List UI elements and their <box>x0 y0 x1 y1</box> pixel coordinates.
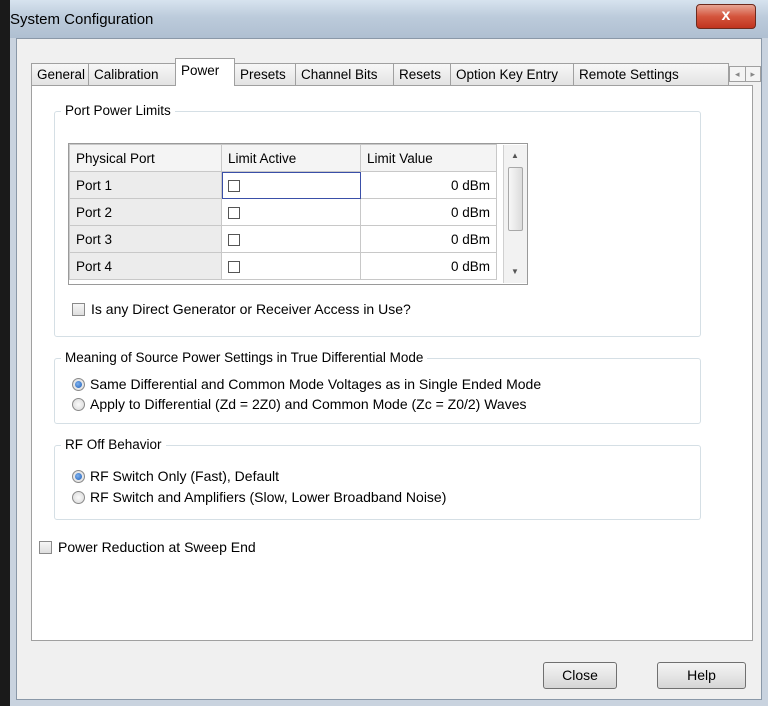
direct-access-label: Is any Direct Generator or Receiver Acce… <box>91 301 411 317</box>
tab-scroll-right-icon[interactable]: ▸ <box>744 67 761 81</box>
limit-value-cell[interactable]: 0 dBm <box>360 252 497 280</box>
table-row: Port 4 0 dBm <box>69 252 497 280</box>
radio-button[interactable] <box>72 491 85 504</box>
limit-active-cell[interactable] <box>221 198 361 226</box>
differential-option-same[interactable]: Same Differential and Common Mode Voltag… <box>72 376 541 392</box>
table-row: Port 3 0 dBm <box>69 225 497 253</box>
grid-vertical-scrollbar[interactable]: ▲ ▼ <box>503 145 527 283</box>
limit-value-cell[interactable]: 0 dBm <box>360 198 497 226</box>
radio-button[interactable] <box>72 398 85 411</box>
scroll-down-icon[interactable]: ▼ <box>504 267 526 276</box>
tab-general[interactable]: General <box>31 63 89 85</box>
radio-button-selected[interactable] <box>72 378 85 391</box>
dialog-client-area: General Calibration Power Presets Channe… <box>16 38 762 700</box>
power-reduction-checkbox[interactable] <box>39 541 52 554</box>
tab-scroll-buttons: ◂ ▸ <box>729 66 761 82</box>
differential-option-label: Same Differential and Common Mode Voltag… <box>90 376 542 392</box>
table-row: Port 1 0 dBm <box>69 171 497 199</box>
power-reduction-label: Power Reduction at Sweep End <box>58 539 256 555</box>
radio-button-selected[interactable] <box>72 470 85 483</box>
rf-off-behavior-group: RF Off Behavior RF Switch Only (Fast), D… <box>54 437 701 520</box>
differential-option-label: Apply to Differential (Zd = 2Z0) and Com… <box>90 396 527 412</box>
direct-access-checkbox-row[interactable]: Is any Direct Generator or Receiver Acce… <box>72 301 411 317</box>
tab-scroll-left-icon[interactable]: ◂ <box>730 67 745 81</box>
limit-active-cell[interactable] <box>221 252 361 280</box>
tab-power[interactable]: Power <box>175 58 235 86</box>
close-button[interactable]: Close <box>543 662 617 689</box>
differential-option-apply[interactable]: Apply to Differential (Zd = 2Z0) and Com… <box>72 396 527 412</box>
limit-value-cell[interactable]: 0 dBm <box>360 225 497 253</box>
port-name-cell: Port 2 <box>69 198 222 226</box>
scrollbar-thumb[interactable] <box>508 167 523 231</box>
direct-access-checkbox[interactable] <box>72 303 85 316</box>
limit-active-checkbox[interactable] <box>228 233 240 246</box>
port-power-limits-group: Port Power Limits Physical Port Limit Ac… <box>54 103 701 337</box>
limit-value-cell[interactable]: 0 dBm <box>360 171 497 199</box>
limit-active-cell[interactable] <box>221 225 361 253</box>
port-power-limits-title: Port Power Limits <box>61 103 175 119</box>
power-tab-page: Port Power Limits Physical Port Limit Ac… <box>31 85 753 641</box>
background-window-edge <box>0 0 10 706</box>
port-power-table: Physical Port Limit Active Limit Value P… <box>69 144 497 280</box>
power-reduction-checkbox-row[interactable]: Power Reduction at Sweep End <box>39 539 256 555</box>
rf-off-option-switch-amplifiers[interactable]: RF Switch and Amplifiers (Slow, Lower Br… <box>72 489 446 505</box>
scroll-up-icon[interactable]: ▲ <box>504 151 526 160</box>
port-name-cell: Port 3 <box>69 225 222 253</box>
window-title: System Configuration <box>10 11 154 28</box>
tab-resets[interactable]: Resets <box>393 63 451 85</box>
tab-remote-settings[interactable]: Remote Settings <box>573 63 729 85</box>
tab-option-key-entry[interactable]: Option Key Entry <box>450 63 574 85</box>
column-header-physical-port[interactable]: Physical Port <box>69 144 222 172</box>
table-header-row: Physical Port Limit Active Limit Value <box>69 144 497 172</box>
rf-off-option-label: RF Switch Only (Fast), Default <box>90 468 280 484</box>
port-name-cell: Port 1 <box>69 171 222 199</box>
tab-strip: General Calibration Power Presets Channe… <box>31 55 761 86</box>
close-icon: x <box>721 7 731 24</box>
port-power-grid: Physical Port Limit Active Limit Value P… <box>68 143 528 285</box>
system-configuration-dialog: System Configuration x General Calibrati… <box>10 0 768 706</box>
rf-off-option-switch-only[interactable]: RF Switch Only (Fast), Default <box>72 468 279 484</box>
tab-channel-bits[interactable]: Channel Bits <box>295 63 394 85</box>
rf-off-behavior-title: RF Off Behavior <box>61 437 166 453</box>
tab-calibration[interactable]: Calibration <box>88 63 176 85</box>
differential-mode-title: Meaning of Source Power Settings in True… <box>61 350 428 366</box>
column-header-limit-active[interactable]: Limit Active <box>221 144 361 172</box>
limit-active-checkbox[interactable] <box>228 260 240 273</box>
rf-off-option-label: RF Switch and Amplifiers (Slow, Lower Br… <box>90 489 447 505</box>
tab-presets[interactable]: Presets <box>234 63 296 85</box>
help-button[interactable]: Help <box>657 662 746 689</box>
differential-mode-group: Meaning of Source Power Settings in True… <box>54 350 701 424</box>
limit-active-cell[interactable] <box>221 171 361 199</box>
limit-active-checkbox[interactable] <box>228 206 240 219</box>
close-window-button[interactable]: x <box>696 4 756 29</box>
title-bar[interactable]: System Configuration x <box>10 0 768 38</box>
limit-active-checkbox[interactable] <box>228 179 240 192</box>
port-name-cell: Port 4 <box>69 252 222 280</box>
table-row: Port 2 0 dBm <box>69 198 497 226</box>
column-header-limit-value[interactable]: Limit Value <box>360 144 497 172</box>
